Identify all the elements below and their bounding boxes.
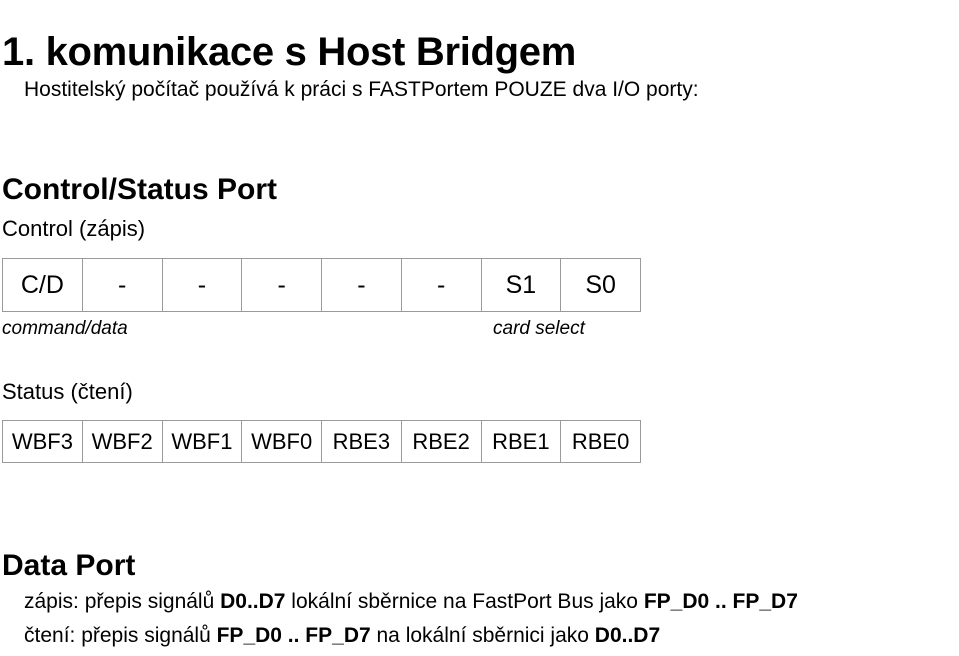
- plain-text: zápis: přepis signálů: [24, 590, 221, 613]
- table-row: C/D - - - - - S1 S0: [2, 258, 641, 312]
- status-bit-cell: WBF1: [161, 420, 243, 463]
- emphasised-text: D0..D7: [594, 624, 661, 647]
- plain-text: lokální sběrnice na FastPort Bus jako: [285, 590, 644, 613]
- status-register-bit-table: WBF3 WBF2 WBF1 WBF0 RBE3 RBE2 RBE1 RBE0: [2, 420, 641, 463]
- emphasised-text: FP_D0 .. FP_D7: [216, 624, 371, 647]
- section-heading-control-status-port: Control/Status Port: [2, 172, 277, 206]
- data-port-read-description: čtení: přepis signálů FP_D0 .. FP_D7 na …: [24, 622, 660, 650]
- emphasised-text: FP_D0 .. FP_D7: [643, 590, 798, 613]
- control-bit-cell: -: [400, 258, 482, 312]
- data-port-write-description: zápis: přepis signálů D0..D7 lokální sbě…: [24, 588, 798, 616]
- status-bit-cell: RBE0: [560, 420, 641, 463]
- sub-heading-status-read: Status (čtení): [2, 379, 133, 404]
- control-bit-cell: -: [81, 258, 163, 312]
- status-bit-cell: WBF0: [241, 420, 322, 463]
- status-bit-cell: WBF3: [2, 420, 83, 463]
- control-bit-cell: S1: [480, 258, 562, 312]
- slide-subtitle: Hostitelský počítač používá k práci s FA…: [24, 78, 699, 101]
- control-table-annotations: command/data card select: [2, 316, 634, 342]
- table-row: WBF3 WBF2 WBF1 WBF0 RBE3 RBE2 RBE1 RBE0: [2, 420, 641, 463]
- annotation-card-select: card select: [493, 318, 585, 339]
- sub-heading-control-write: Control (zápis): [2, 216, 146, 241]
- control-bit-cell: -: [321, 258, 402, 312]
- control-bit-cell: C/D: [2, 258, 83, 312]
- status-bit-cell: RBE3: [321, 420, 402, 463]
- plain-text: čtení: přepis signálů: [24, 624, 217, 647]
- plain-text: na lokální sběrnici jako: [370, 624, 595, 647]
- status-bit-cell: RBE2: [400, 420, 482, 463]
- control-register-bit-table: C/D - - - - - S1 S0: [2, 258, 641, 312]
- annotation-command-data: command/data: [2, 318, 128, 339]
- emphasised-text: D0..D7: [220, 590, 286, 613]
- section-heading-data-port: Data Port: [2, 548, 136, 582]
- slide-root: 1. komunikace s Host Bridgem Hostitelský…: [0, 0, 959, 656]
- control-bit-cell: -: [241, 258, 322, 312]
- status-bit-cell: WBF2: [81, 420, 163, 463]
- control-bit-cell: -: [161, 258, 243, 312]
- control-bit-cell: S0: [560, 258, 641, 312]
- status-bit-cell: RBE1: [480, 420, 562, 463]
- page-title: 1. komunikace s Host Bridgem: [2, 29, 577, 74]
